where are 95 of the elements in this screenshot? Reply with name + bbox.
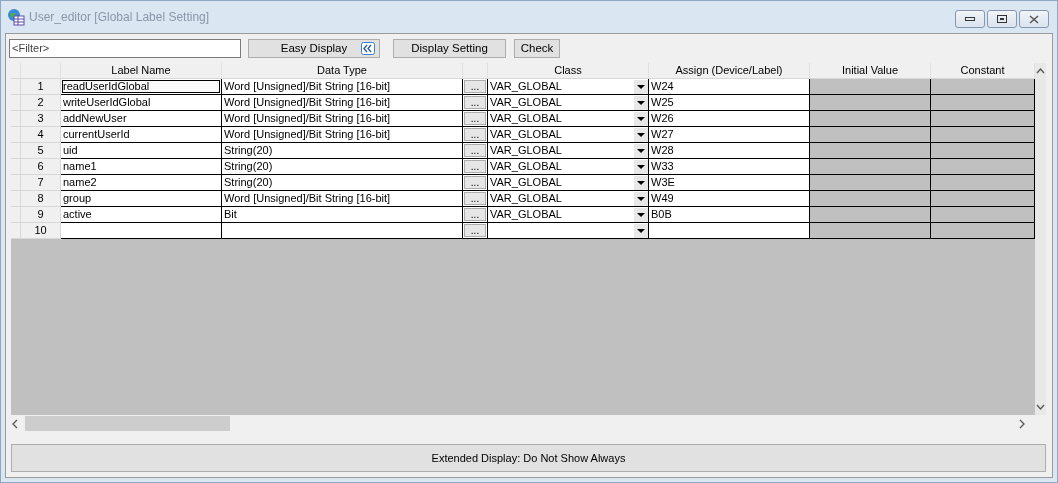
column-header[interactable]: Initial Value	[810, 63, 931, 79]
row-number: 6	[21, 159, 61, 175]
row-number: 4	[21, 127, 61, 143]
browse-button[interactable]: ...	[464, 208, 486, 221]
toolbar-button[interactable]: Display Setting	[393, 38, 506, 58]
table-cell[interactable]: uid	[61, 143, 222, 159]
dropdown-arrow-icon	[637, 84, 645, 89]
table-cell[interactable]: W3E	[649, 175, 810, 191]
dropdown-cell[interactable]: VAR_GLOBAL	[488, 207, 649, 223]
row-number: 7	[21, 175, 61, 191]
minimize-button[interactable]	[955, 10, 985, 28]
table-cell[interactable]	[222, 223, 463, 239]
dropdown-arrow-icon	[637, 228, 645, 233]
table-cell[interactable]: currentUserId	[61, 127, 222, 143]
browse-button[interactable]: ...	[464, 160, 486, 173]
table-cell[interactable]: name1	[61, 159, 222, 175]
table-cell[interactable]: W33	[649, 159, 810, 175]
table-cell[interactable]: Word [Unsigned]/Bit String [16-bit]	[222, 191, 463, 207]
close-button[interactable]	[1019, 10, 1049, 28]
browse-button[interactable]: ...	[464, 96, 486, 109]
dropdown-cell[interactable]: VAR_GLOBAL	[488, 159, 649, 175]
browse-button[interactable]: ...	[464, 176, 486, 189]
dropdown-arrow-icon	[637, 100, 645, 105]
row-number: 2	[21, 95, 61, 111]
dropdown-cell[interactable]: VAR_GLOBAL	[488, 127, 649, 143]
browse-button[interactable]: ...	[464, 192, 486, 205]
browse-button[interactable]: ...	[464, 112, 486, 125]
row-number: 10	[21, 223, 61, 239]
column-header[interactable]: Label Name	[61, 63, 222, 79]
header-cell	[21, 63, 61, 79]
extended-display-button[interactable]: Extended Display: Do Not Show Always	[11, 444, 1046, 472]
filter-field[interactable]: <Filter>	[9, 38, 241, 58]
minimize-icon	[965, 17, 975, 21]
double-chevron-icon	[361, 41, 375, 55]
table-cell[interactable]: Bit	[222, 207, 463, 223]
column-header[interactable]: Assign (Device/Label)	[649, 63, 810, 79]
close-icon	[1029, 14, 1039, 24]
table-cell[interactable]: W28	[649, 143, 810, 159]
table-cell[interactable]: Word [Unsigned]/Bit String [16-bit]	[222, 111, 463, 127]
column-header[interactable]: Data Type	[222, 63, 463, 79]
table-cell[interactable]: Word [Unsigned]/Bit String [16-bit]	[222, 95, 463, 111]
dropdown-cell[interactable]: VAR_GLOBAL	[488, 95, 649, 111]
table-cell[interactable]: String(20)	[222, 143, 463, 159]
row-number: 9	[21, 207, 61, 223]
row-number: 8	[21, 191, 61, 207]
table-cell[interactable]: Word [Unsigned]/Bit String [16-bit]	[222, 127, 463, 143]
row-number: 1	[21, 79, 61, 95]
dropdown-arrow-icon	[637, 148, 645, 153]
browse-button[interactable]: ...	[464, 144, 486, 157]
table-cell[interactable]	[649, 223, 810, 239]
dropdown-cell[interactable]	[488, 223, 649, 239]
row-number: 3	[21, 111, 61, 127]
header-cell	[463, 63, 488, 79]
dropdown-cell[interactable]: VAR_GLOBAL	[488, 111, 649, 127]
table-cell[interactable]: W26	[649, 111, 810, 127]
dropdown-arrow-icon	[637, 196, 645, 201]
table-cell[interactable]: Word [Unsigned]/Bit String [16-bit]	[222, 79, 463, 95]
toolbar-button[interactable]: Check	[514, 38, 560, 58]
scroll-right-icon[interactable]	[1018, 418, 1026, 429]
table-cell[interactable]: B0B	[649, 207, 810, 223]
dropdown-arrow-icon	[637, 164, 645, 169]
globe-table-icon	[7, 8, 25, 26]
browse-button[interactable]: ...	[464, 224, 486, 237]
column-header[interactable]: Class	[488, 63, 649, 79]
table-cell[interactable]: name2	[61, 175, 222, 191]
dropdown-cell[interactable]: VAR_GLOBAL	[488, 175, 649, 191]
table-cell[interactable]	[61, 223, 222, 239]
table-cell[interactable]: active	[61, 207, 222, 223]
dropdown-arrow-icon	[637, 212, 645, 217]
table-cell[interactable]: String(20)	[222, 175, 463, 191]
window-title: User_editor [Global Label Setting]	[29, 10, 211, 24]
table-cell[interactable]: W49	[649, 191, 810, 207]
table-cell[interactable]: addNewUser	[61, 111, 222, 127]
maximize-icon	[997, 15, 1007, 23]
maximize-button[interactable]	[987, 10, 1017, 28]
table-cell[interactable]: W24	[649, 79, 810, 95]
dropdown-cell[interactable]: VAR_GLOBAL	[488, 143, 649, 159]
browse-button[interactable]: ...	[464, 128, 486, 141]
dropdown-arrow-icon	[637, 116, 645, 121]
scrollbar-thumb[interactable]	[25, 416, 230, 431]
row-number: 5	[21, 143, 61, 159]
column-header[interactable]: Constant	[931, 63, 1035, 79]
table-cell[interactable]: String(20)	[222, 159, 463, 175]
table-cell[interactable]: W27	[649, 127, 810, 143]
table-cell[interactable]: group	[61, 191, 222, 207]
dropdown-arrow-icon	[637, 132, 645, 137]
dropdown-cell[interactable]: VAR_GLOBAL	[488, 79, 649, 95]
easy-display-button[interactable]: Easy Display	[248, 38, 380, 58]
dropdown-cell[interactable]: VAR_GLOBAL	[488, 191, 649, 207]
dropdown-arrow-icon	[637, 180, 645, 185]
table-cell[interactable]: readUserIdGlobal	[61, 79, 222, 95]
table-cell[interactable]: writeUserIdGlobal	[61, 95, 222, 111]
scroll-left-icon[interactable]	[11, 418, 19, 429]
table-cell[interactable]: W25	[649, 95, 810, 111]
browse-button[interactable]: ...	[464, 80, 486, 93]
